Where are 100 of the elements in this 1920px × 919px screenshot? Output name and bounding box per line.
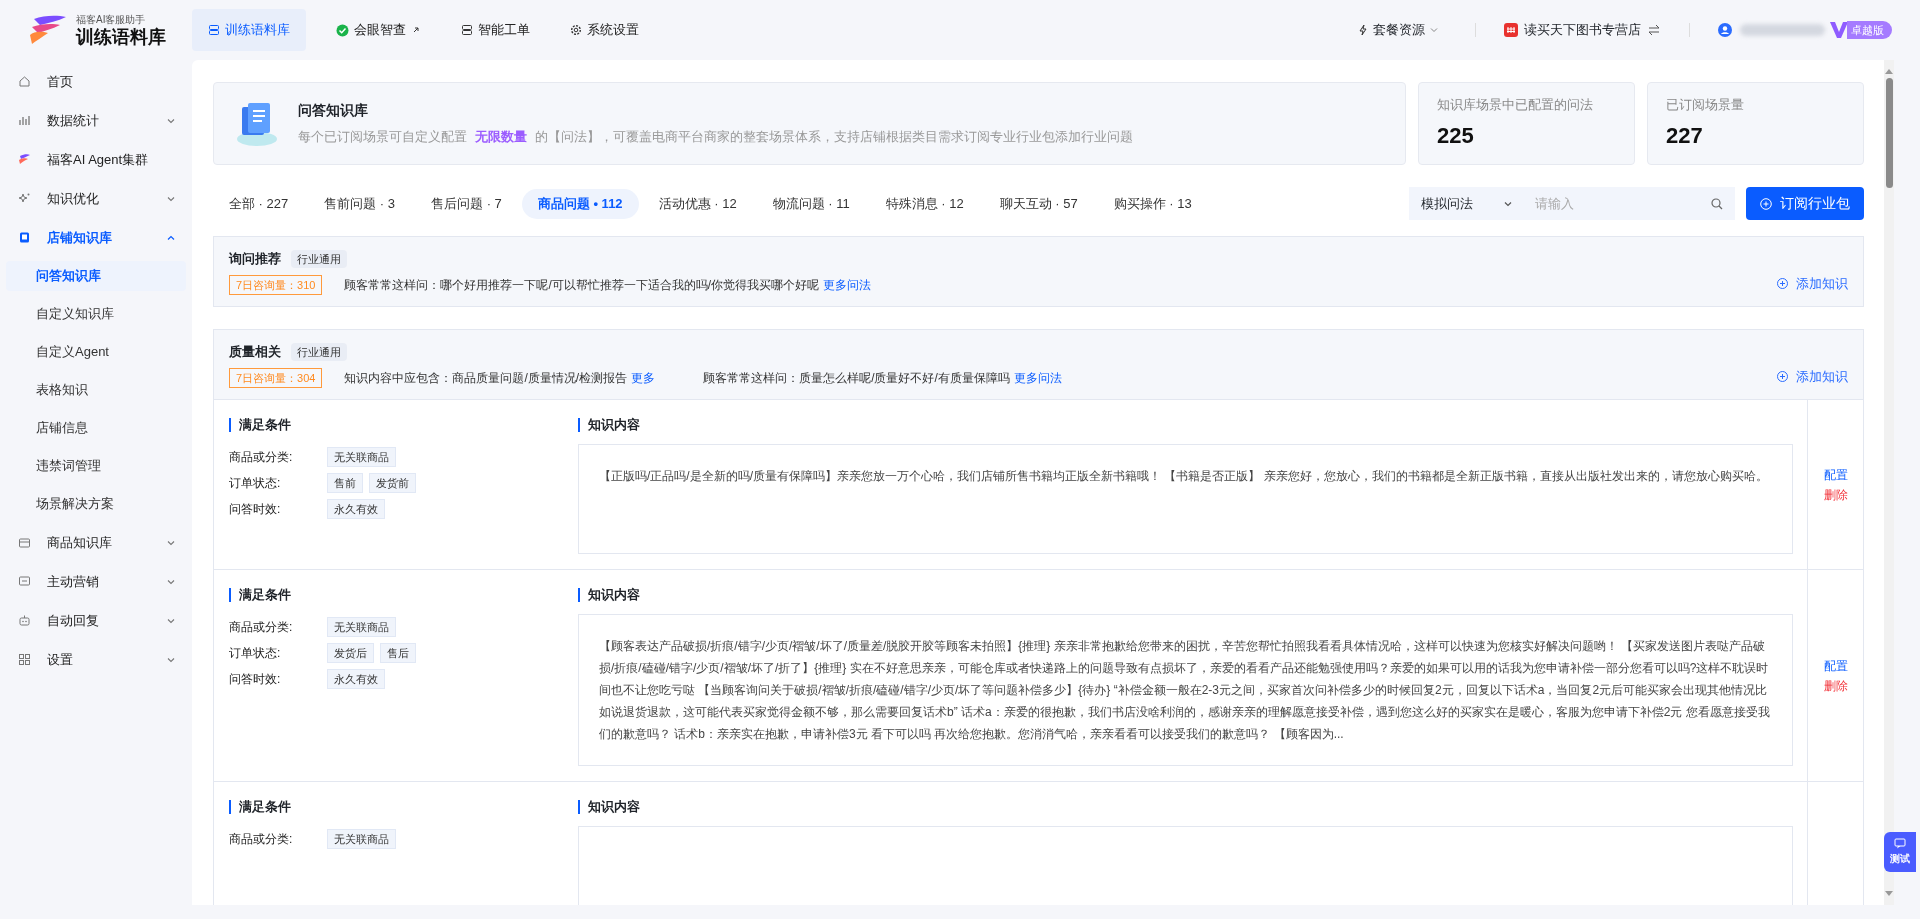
field-label: 商品或分类: [229, 831, 294, 848]
sidebar-item[interactable]: 数据统计 [6, 101, 186, 140]
intro-text: 每个已订阅场景可自定义配置 [298, 128, 467, 147]
test-button[interactable]: 测试 [1884, 832, 1916, 872]
include-text: 知识内容中应包含：商品质量问题/质量情况/检测报告 [344, 369, 628, 387]
add-knowledge-button[interactable]: 添加知识 [1777, 273, 1848, 293]
condition-tag: 售后 [380, 642, 416, 664]
category-tab[interactable]: 售前问题 · 3 [308, 188, 412, 219]
field-label: 商品或分类: [229, 619, 294, 636]
brand-subtitle: 福客AI客服助手 [76, 14, 147, 25]
configure-link[interactable]: 配置 [1823, 465, 1848, 484]
section-heading: 满足条件 [229, 800, 578, 814]
logo-icon [28, 15, 68, 45]
field-label: 商品或分类: [229, 449, 294, 466]
sidebar-item[interactable]: 首页 [6, 62, 186, 101]
delete-link[interactable]: 删除 [1823, 676, 1848, 695]
robot-icon [18, 614, 31, 627]
sidebar-subitem[interactable]: 场景解决方案 [6, 489, 186, 519]
nav-tab[interactable]: 系统设置 [554, 9, 655, 51]
condition-tag: 售前 [327, 472, 363, 494]
category-tab[interactable]: 活动优惠 · 12 [642, 188, 753, 219]
scene-tag: 行业通用 [291, 249, 347, 268]
stat-value: 225 [1437, 121, 1475, 150]
sidebar-item[interactable]: 自动回复 [6, 601, 186, 640]
field-label: 问答时效: [229, 671, 282, 688]
intro-title: 问答知识库 [298, 101, 369, 121]
condition-tag: 无关联商品 [327, 446, 396, 468]
condition-tag: 发货后 [327, 642, 374, 664]
condition-tag: 发货前 [369, 472, 416, 494]
search-field[interactable]: 模拟问法 请输入 [1409, 187, 1735, 220]
category-tab[interactable]: 聊天互动 · 57 [983, 188, 1094, 219]
nav-tab[interactable]: 训练语料库 [192, 9, 306, 51]
sidebar-item[interactable]: 设置 [6, 640, 186, 679]
shop-name: 读买天下图书专营店 [1524, 21, 1641, 40]
category-tab[interactable]: 购买操作 · 13 [1097, 188, 1208, 219]
condition-tag: 永久有效 [327, 668, 385, 690]
nav-tab[interactable]: 会眼智查 [320, 9, 437, 51]
configure-link[interactable]: 配置 [1823, 656, 1848, 675]
brand-title: 训练语料库 [76, 27, 166, 46]
section-heading: 知识内容 [578, 800, 640, 814]
scene-title: 询问推荐 [229, 250, 281, 268]
sidebar-item[interactable]: 店铺知识库 [6, 218, 186, 257]
mode-select[interactable]: 模拟问法 [1409, 187, 1525, 220]
gear-icon [570, 24, 582, 36]
more-link[interactable]: 更多 [631, 368, 656, 387]
sidebar-subitem[interactable]: 问答知识库 [6, 261, 186, 291]
section-heading: 知识内容 [578, 418, 640, 432]
more-asks-link[interactable]: 更多问法 [1013, 368, 1062, 387]
chevron-down-icon [1429, 25, 1439, 35]
add-knowledge-button[interactable]: 添加知识 [1777, 366, 1848, 386]
stat-value: 227 [1666, 121, 1704, 150]
grid-icon [18, 653, 31, 666]
plan-menu[interactable]: 套餐资源 [1349, 20, 1447, 40]
database-icon [461, 24, 473, 36]
more-asks-link[interactable]: 更多问法 [823, 275, 872, 294]
condition-tag: 永久有效 [327, 498, 385, 520]
sidebar-subitem[interactable]: 违禁词管理 [6, 451, 186, 481]
sidebar-subitem[interactable]: 自定义知识库 [6, 299, 186, 329]
condition-tag: 无关联商品 [327, 616, 396, 638]
sidebar-item[interactable]: 商品知识库 [6, 523, 186, 562]
category-tab[interactable]: 商品问题 • 112 [521, 188, 639, 219]
box-icon [18, 536, 31, 549]
category-tab[interactable]: 物流问题 · 11 [756, 188, 866, 219]
stat-label: 知识库场景中已配置的问法 [1437, 96, 1594, 114]
field-label: 问答时效: [229, 501, 282, 518]
knowledge-text: 【顾客表达产品破损/折痕/错字/少页/褶皱/坏了/质量差/脱胶开胶等顾客未拍照】{推理} 亲亲非常抱歉给您带来的困扰，辛苦您帮忙拍照我看看具体情况哈，这样可以快速为您核实好解决问题哟！ 【买家发送图片表哒产品破损/折痕/磕碰/错字/少页/褶皱/坏了/折了】{推理} 实在不好意思亲亲，可能仓库或者快递路上的问题导致有点损坏了，亲爱的看看产品还能勉强使用吗？亲爱的如果可以用的话我为您申请补偿一部分您看可以吗?这样不耽误时间也不让您吃亏哒 【当顾客询问关于破损/褶皱/折痕/磕碰/错字/少页/坏了等问题补偿多少】{待办} “补偿金额一般在2-3元之间，买家首次问补偿多少的时候回复2元，回复以下话术a，当回复2元后可能买家会出现其他情况比如说退货退款，这可能代表买家觉得金额不够，那么需要回复话术b” 话术a：亲爱的很抱歉，我们书店没啥利润的，感谢亲亲的理解愿意接受补偿，遇到您这么好的买家实在是暖心，客服为您申请下补偿2元 您看愿意接受我们的歉意吗？ 话术b：亲亲实在抱歉，申请补偿3元 看下可以吗 再次给您抱歉。您消消气哈，亲亲看看可以接受我们的歉意吗？ 【顾客因为... [599, 638, 1771, 743]
chat-icon [18, 575, 31, 588]
sidebar-subitem[interactable]: 店铺信息 [6, 413, 186, 443]
sidebar-item[interactable]: 知识优化 [6, 179, 186, 218]
swap-icon [1647, 24, 1661, 36]
scroll-up-icon[interactable] [1885, 68, 1893, 74]
shop-switcher[interactable]: 读买天下图书专营店 [1504, 20, 1661, 40]
book-icon [18, 231, 31, 244]
home-icon [18, 75, 31, 88]
knowledge-text: 【正版吗/正品吗/是全新的吗/质量有保障吗】亲亲您放一万个心哈，我们店铺所售书籍均正版全新书籍哦！ 【书籍是否正版】 亲亲您好，您放心，我们的书籍都是全新正版书籍，直接从出版社发出来的，请您放心购买哈。 [599, 468, 1769, 485]
v-icon [1829, 21, 1849, 39]
inquiry-count: 7日咨询量：310 [229, 274, 323, 295]
category-tab[interactable]: 全部 · 227 [213, 188, 305, 219]
user-icon[interactable] [1718, 23, 1732, 37]
sidebar-item[interactable]: 主动营销 [6, 562, 186, 601]
field-label: 订单状态: [229, 645, 282, 662]
database-icon [208, 24, 220, 36]
plus-circle-icon [1777, 370, 1788, 382]
sidebar-subitem[interactable]: 自定义Agent [6, 337, 186, 367]
category-tab[interactable]: 特殊消息 · 12 [869, 188, 980, 219]
plus-circle-icon [1777, 277, 1788, 289]
shop-icon [1504, 23, 1518, 37]
search-icon[interactable] [1711, 197, 1723, 210]
scroll-down-icon[interactable] [1885, 891, 1893, 897]
subscribe-button[interactable]: 订阅行业包 [1746, 187, 1864, 220]
sidebar-item[interactable]: 福客AI Agent集群 [6, 140, 186, 179]
external-link-icon [411, 25, 421, 35]
inquiry-count: 7日咨询量：304 [229, 367, 323, 388]
section-heading: 知识内容 [578, 588, 640, 602]
scene-title: 质量相关 [229, 343, 281, 361]
nav-tab[interactable]: 智能工单 [445, 9, 546, 51]
sidebar-subitem[interactable]: 表格知识 [6, 375, 186, 405]
category-tab[interactable]: 售后问题 · 7 [415, 188, 518, 219]
delete-link[interactable]: 删除 [1823, 485, 1848, 504]
scrollbar-thumb[interactable] [1885, 78, 1893, 188]
